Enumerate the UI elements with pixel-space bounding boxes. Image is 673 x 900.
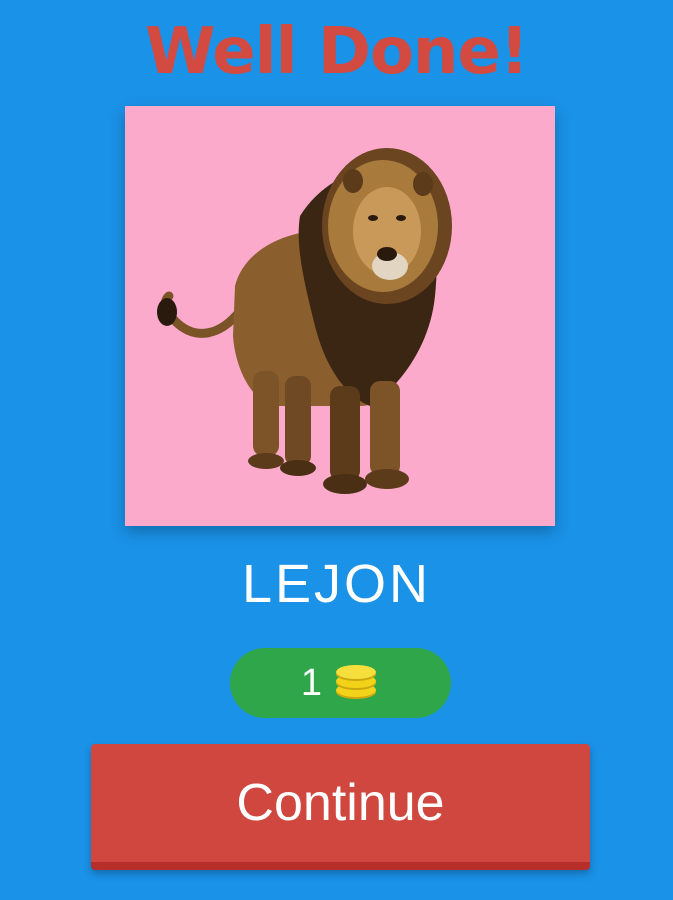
reward-badge: 1 — [230, 648, 451, 718]
question-image — [125, 106, 555, 526]
continue-button[interactable]: Continue — [91, 744, 590, 870]
lion-image — [157, 148, 452, 494]
continue-label: Continue — [236, 774, 445, 832]
reward-count: 1 — [300, 662, 323, 704]
page-title: Well Done! — [144, 15, 529, 89]
coin-stack-icon — [332, 665, 380, 701]
answer-text: LEJON — [241, 554, 432, 614]
